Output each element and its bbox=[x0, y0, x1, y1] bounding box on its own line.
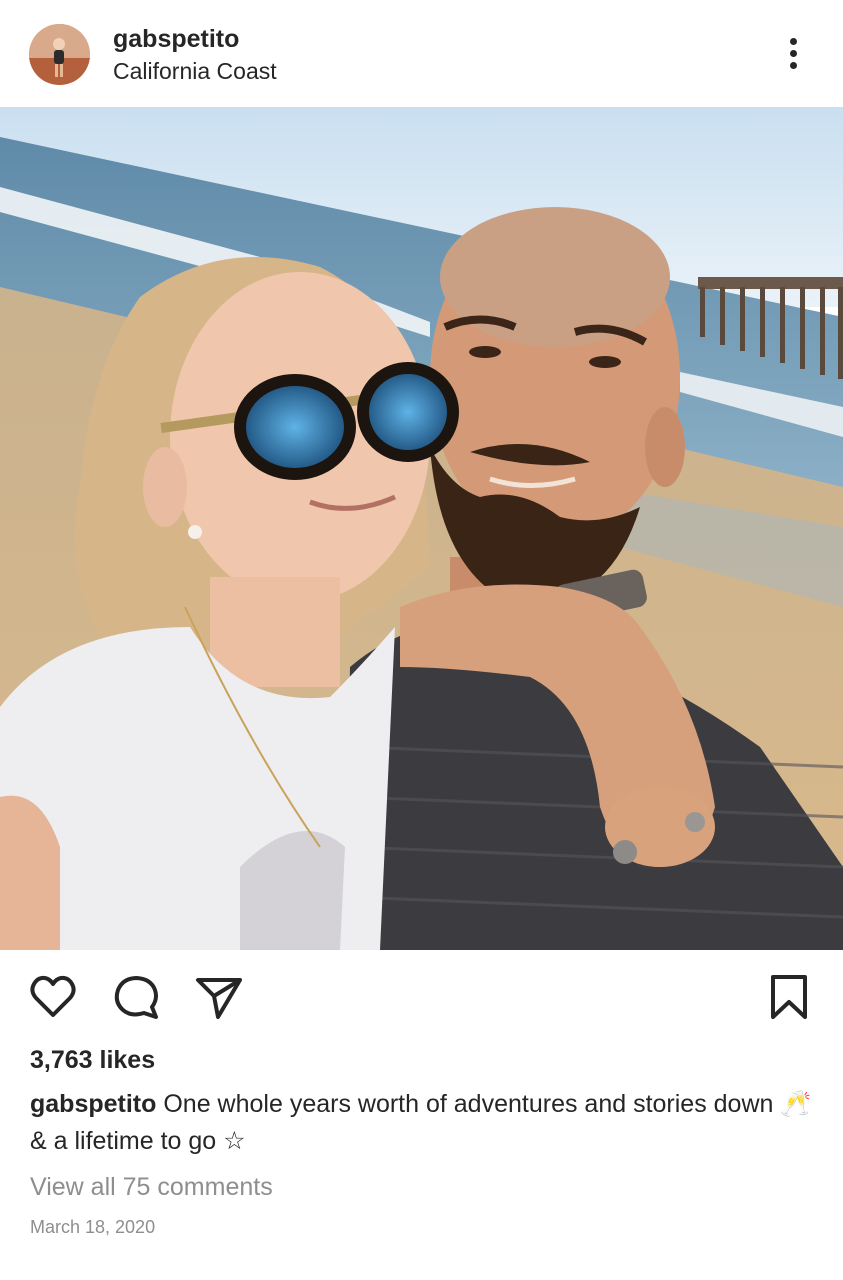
more-options-icon[interactable] bbox=[773, 34, 813, 74]
likes-count[interactable]: 3,763 likes bbox=[30, 1044, 155, 1076]
action-bar bbox=[0, 950, 843, 1040]
post-header: gabspetito California Coast bbox=[0, 0, 843, 107]
view-comments-link[interactable]: View all 75 comments bbox=[30, 1170, 273, 1204]
post-photo[interactable] bbox=[0, 107, 843, 950]
bookmark-icon[interactable] bbox=[764, 972, 814, 1022]
avatar[interactable] bbox=[29, 24, 90, 85]
comment-bubble-icon[interactable] bbox=[111, 972, 161, 1022]
post-caption: gabspetito One whole years worth of adve… bbox=[30, 1086, 820, 1160]
heart-icon[interactable] bbox=[28, 972, 78, 1022]
post-location[interactable]: California Coast bbox=[113, 57, 277, 85]
paper-plane-icon[interactable] bbox=[194, 972, 244, 1022]
caption-username[interactable]: gabspetito bbox=[30, 1090, 156, 1118]
post-username[interactable]: gabspetito bbox=[113, 24, 239, 54]
post-date: March 18, 2020 bbox=[30, 1217, 156, 1237]
